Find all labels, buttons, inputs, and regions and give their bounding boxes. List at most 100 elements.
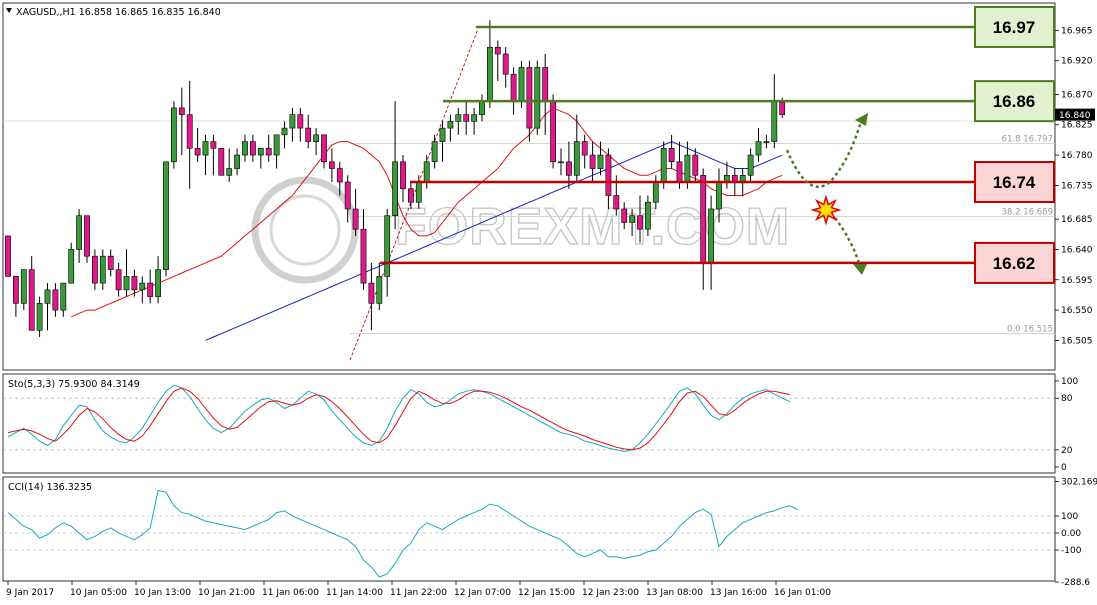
bear-candle	[352, 208, 359, 230]
time-tick-label: 11 Jan 22:00	[390, 588, 447, 598]
chart-frame: FOREXMT.COM 61.8 16.79738.2 16.6890.0 16…	[2, 2, 1097, 598]
bear-candle	[542, 67, 549, 102]
bear-candle	[194, 148, 201, 156]
bull-candle	[20, 269, 27, 304]
price-tick-label: 16.870	[1061, 90, 1093, 100]
bear-candle	[400, 161, 406, 190]
bull-candle	[684, 154, 691, 183]
symbol-header-text: XAGUSD,,H1 16.858 16.865 16.835 16.840	[16, 7, 221, 18]
bear-candle	[676, 161, 683, 183]
bear-candle	[321, 134, 327, 163]
price-tick-label: 16.735	[1061, 181, 1093, 191]
cci-tick-label: 302.1692	[1061, 478, 1097, 488]
time-tick-label: 12 Jan 15:00	[518, 588, 575, 598]
time-axis: 9 Jan 2017 10 Jan 05:00 10 Jan 13:00 10 Jan…	[6, 581, 831, 598]
level-label: 16.74	[993, 173, 1036, 192]
time-tick-label: 16 Jan 01:00	[774, 588, 831, 598]
bear-candle	[510, 73, 517, 102]
time-tick-label: 10 Jan 05:00	[70, 588, 127, 598]
bear-candle	[250, 141, 256, 156]
bull-candle	[597, 154, 604, 169]
bear-candle	[305, 127, 312, 142]
time-tick-label: 10 Jan 13:00	[134, 588, 191, 598]
price-tick-label: 16.550	[1061, 306, 1093, 316]
fibo-label: 0.0 16.515	[1007, 325, 1053, 335]
time-tick-label: 9 Jan 2017	[6, 588, 54, 598]
bull-candle	[763, 141, 770, 143]
bear-candle	[147, 282, 154, 297]
main-pane	[2, 2, 1056, 371]
time-tick-label: 10 Jan 21:00	[198, 588, 255, 598]
bear-candle	[779, 102, 786, 115]
bear-candle	[589, 154, 596, 169]
bear-candle	[92, 255, 98, 284]
bull-candle	[163, 161, 169, 270]
time-tick-label: 13 Jan 16:00	[710, 588, 767, 598]
bull-candle	[415, 181, 422, 203]
bull-candle	[281, 127, 288, 136]
bear-candle	[28, 269, 35, 331]
bull-candle	[257, 148, 264, 156]
bull-candle	[518, 67, 525, 102]
fibo-label: 38.2 16.689	[1002, 207, 1053, 217]
bear-candle	[621, 208, 628, 223]
bear-candle	[5, 235, 11, 277]
bear-candle	[297, 114, 304, 129]
stochastic-tick-label: 20	[1061, 446, 1073, 456]
breakout-burst-icon	[810, 194, 842, 226]
bull-candle	[392, 161, 398, 217]
bear-candle	[565, 161, 572, 176]
level-label: 16.86	[993, 92, 1036, 111]
bull-candle	[226, 168, 233, 176]
bull-candle	[534, 67, 541, 129]
bull-candle	[289, 114, 296, 129]
price-tick-label: 16.595	[1061, 276, 1093, 286]
bear-candle	[668, 148, 675, 163]
bear-candle	[700, 174, 707, 264]
bear-candle	[494, 46, 501, 55]
bear-candle	[360, 228, 367, 284]
bear-candle	[328, 161, 335, 169]
bull-candle	[273, 134, 280, 156]
level-label: 16.62	[993, 254, 1036, 273]
bull-candle	[242, 141, 248, 156]
bear-candle	[692, 154, 699, 176]
current-price-label: 16.840	[1059, 111, 1091, 121]
bull-candle	[171, 107, 177, 163]
price-tick-label: 16.920	[1061, 57, 1093, 67]
bull-candle	[155, 269, 161, 297]
bull-candle	[747, 154, 754, 176]
price-tick-label: 16.505	[1061, 336, 1093, 346]
bear-candle	[463, 114, 470, 122]
bear-candle	[344, 181, 351, 210]
bear-candle	[265, 148, 272, 156]
bear-candle	[637, 215, 643, 230]
bear-candle	[115, 269, 122, 291]
bear-candle	[218, 148, 225, 176]
bull-candle	[652, 181, 659, 203]
bear-candle	[13, 276, 19, 304]
bull-candle	[573, 141, 580, 176]
bear-candle	[52, 289, 59, 311]
bear-candle	[178, 107, 185, 115]
bull-candle	[558, 161, 564, 164]
cci-axis: 302.1692 100 0.00 -100 -288.6	[1055, 478, 1097, 588]
bull-candle	[471, 114, 477, 122]
bull-candle	[431, 141, 438, 163]
bear-candle	[613, 195, 620, 210]
bear-candle	[502, 53, 509, 75]
bear-candle	[605, 154, 612, 196]
bear-candle	[210, 141, 217, 149]
stochastic-axis: 100 80 20 0	[1055, 377, 1078, 473]
fibo-label: 61.8 16.797	[1002, 135, 1053, 145]
cci-tick-label: -100	[1061, 546, 1082, 556]
bear-candle	[186, 114, 193, 149]
price-axis: 16.965 16.920 16.870 16.825 16.780 16.735 16.6…	[1055, 26, 1095, 346]
cci-tick-label: 100	[1061, 512, 1078, 522]
time-tick-label: 11 Jan 14:00	[326, 588, 383, 598]
time-tick-label: 12 Jan 23:00	[582, 588, 639, 598]
bull-candle	[68, 249, 75, 284]
price-tick-label: 16.685	[1061, 215, 1093, 225]
bear-candle	[131, 276, 138, 291]
level-label: 16.97	[993, 18, 1036, 37]
